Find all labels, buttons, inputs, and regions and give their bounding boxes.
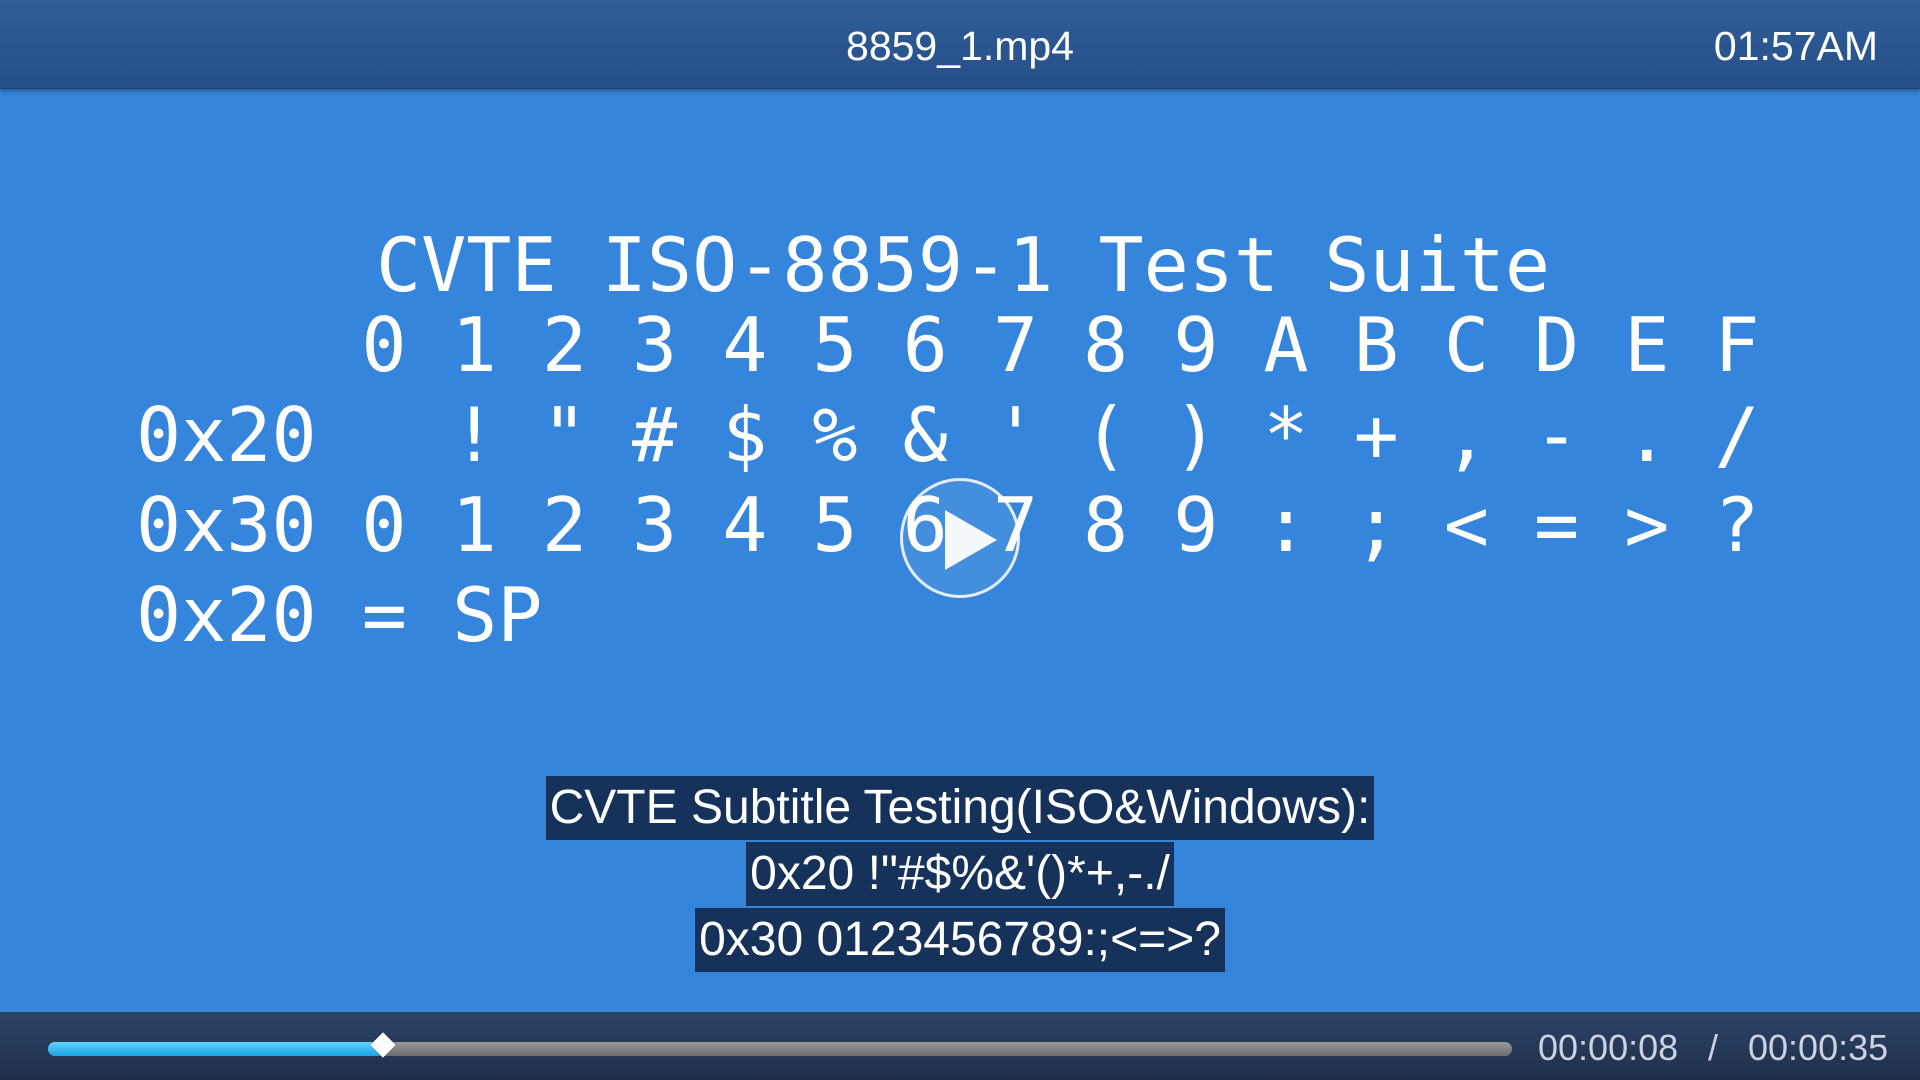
char-cell: 1 [451, 481, 497, 569]
column-header-cell: 7 [992, 301, 1038, 389]
column-header-row: 0123456789ABCDEF [0, 300, 1920, 390]
subtitle-line: CVTE Subtitle Testing(ISO&Windows): [0, 776, 1920, 842]
column-header-cell: C [1443, 301, 1489, 389]
column-header-cell: B [1353, 301, 1399, 389]
char-cell: - [1534, 391, 1580, 479]
subtitle-line: 0x30 0123456789:;<=>? [0, 908, 1920, 974]
column-header-cell: 3 [632, 301, 678, 389]
char-row-0x20: 0x20 ! " # $% & ' () * +, -. / [0, 390, 1920, 480]
current-time: 00:00:08 [1538, 1027, 1679, 1068]
video-player-screen: 8859_1.mp4 01:57AM CVTE ISO-8859-1 Test … [0, 0, 1920, 1080]
char-cell: 5 [812, 481, 858, 569]
char-cell: + [1353, 391, 1399, 479]
column-header-cell: 5 [812, 301, 858, 389]
char-cell: ! [451, 391, 497, 479]
column-header-cell: 1 [451, 301, 497, 389]
progress-fill [48, 1042, 383, 1056]
char-cell: " [541, 391, 587, 479]
char-cell: < [1443, 481, 1489, 569]
top-bar: 8859_1.mp4 01:57AM [0, 0, 1920, 89]
subtitle-text: 0x30 0123456789:;<=>? [695, 908, 1225, 972]
char-cell: ' [992, 391, 1038, 479]
char-cell: 4 [722, 481, 768, 569]
column-header-cell: D [1534, 301, 1580, 389]
char-cell: , [1443, 391, 1489, 479]
row-label: 0x30 [136, 481, 317, 569]
char-cell: 9 [1173, 481, 1219, 569]
column-header-cell: 8 [1083, 301, 1129, 389]
subtitle-text: CVTE Subtitle Testing(ISO&Windows): [545, 776, 1375, 840]
char-cell: & [902, 391, 948, 479]
char-cell: # [632, 391, 678, 479]
char-cell: 0 [361, 481, 407, 569]
column-header-cell: F [1714, 301, 1760, 389]
char-cell: 3 [632, 481, 678, 569]
play-button[interactable] [900, 478, 1020, 598]
row-label: 0x20 [136, 391, 317, 479]
column-header-cell: A [1263, 301, 1309, 389]
progress-bar[interactable] [48, 1032, 1512, 1058]
char-cell: = [1534, 481, 1580, 569]
space-note: 0x20 = SP [136, 571, 543, 659]
char-cell: : [1263, 481, 1309, 569]
char-cell: / [1714, 391, 1760, 479]
char-cell: ; [1353, 481, 1399, 569]
video-heading: CVTE ISO-8859-1 Test Suite [376, 221, 1550, 309]
control-bar: 00:00:08 / 00:00:35 [0, 1012, 1920, 1080]
subtitle-block: CVTE Subtitle Testing(ISO&Windows): 0x20… [0, 776, 1920, 974]
char-cell: $ [722, 391, 768, 479]
time-separator: / [1708, 1027, 1719, 1068]
column-header-cell: 9 [1173, 301, 1219, 389]
column-header-cell: 4 [722, 301, 768, 389]
char-cell: ) [1173, 391, 1219, 479]
clock: 01:57AM [1713, 23, 1878, 69]
char-cell: * [1263, 391, 1309, 479]
char-cell: % [812, 391, 858, 479]
char-cell: . [1624, 391, 1670, 479]
char-cell [354, 390, 414, 480]
column-header-cell: E [1624, 301, 1670, 389]
char-cell: ( [1083, 391, 1129, 479]
file-title: 8859_1.mp4 [846, 23, 1074, 69]
column-header-cell: 0 [361, 301, 407, 389]
char-cell: 2 [541, 481, 587, 569]
char-cell: 8 [1083, 481, 1129, 569]
subtitle-text: 0x20 !"#$%&'()*+,-./ [746, 842, 1174, 906]
total-time: 00:00:35 [1748, 1027, 1889, 1068]
char-cell: ? [1714, 481, 1760, 569]
play-icon [945, 510, 997, 570]
char-cell: > [1624, 481, 1670, 569]
column-header-cell: 6 [902, 301, 948, 389]
subtitle-line: 0x20 !"#$%&'()*+,-./ [0, 842, 1920, 908]
column-header-cell: 2 [541, 301, 587, 389]
